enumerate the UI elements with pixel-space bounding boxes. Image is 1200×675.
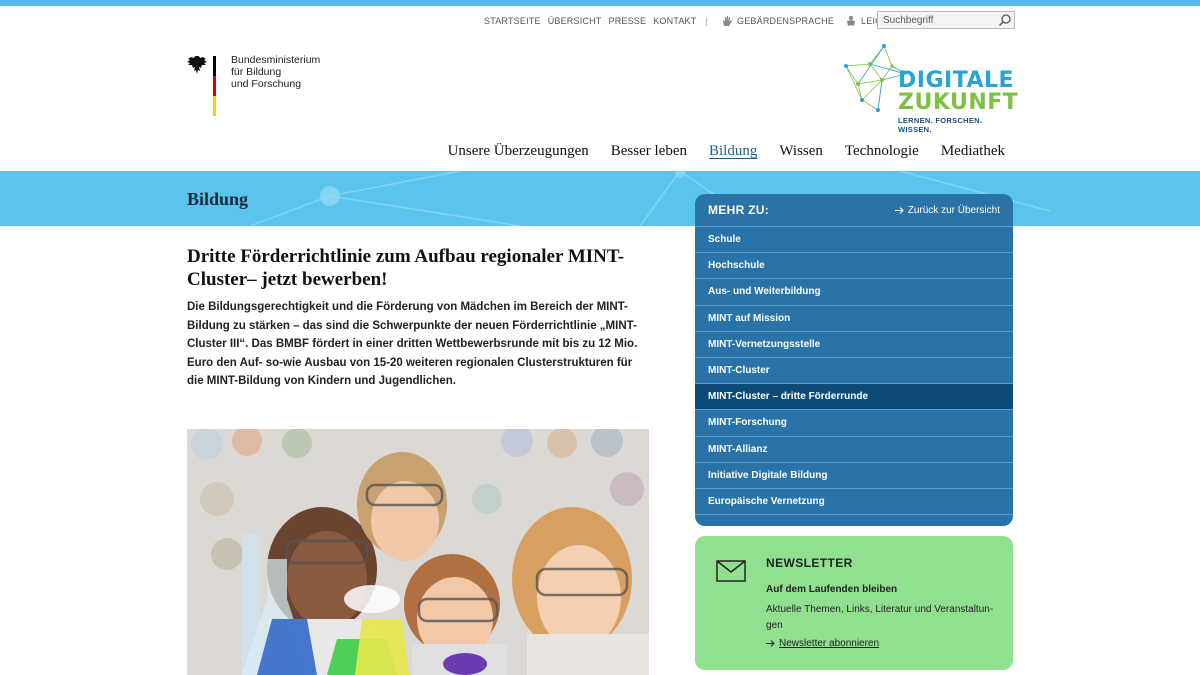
- nav-item-besser-leben[interactable]: Besser leben: [611, 143, 687, 160]
- ministry-name: Bundesministerium für Bildung und Forsch…: [231, 54, 321, 90]
- article-title: Dritte Förderrichtlinie zum Aufbau regio…: [187, 246, 625, 290]
- sign-language-label: GEBÄRDENSPRACHE: [737, 16, 835, 26]
- hand-icon: [723, 16, 733, 26]
- easy-language-icon: [847, 16, 856, 26]
- digitale-zukunft-logo[interactable]: DIGITALE ZUKUNFT LERNEN. FORSCHEN. WISSE…: [842, 44, 1019, 134]
- sidebar-item-mint-forschung[interactable]: MINT-Forschung: [695, 410, 1013, 437]
- sidebar-item-mint-auf-mission[interactable]: MINT auf Mission: [695, 306, 1013, 332]
- arrow-right-icon: [766, 640, 775, 647]
- sidebar-item-mint-cluster-dritte-foerderrunde[interactable]: MINT-Cluster – dritte Förderrunde: [695, 384, 1013, 411]
- newsletter-title: NEWSLETTER: [766, 556, 853, 570]
- dz-tagline: LERNEN. FORSCHEN. WISSEN.: [898, 116, 983, 134]
- main-nav: Unsere Überzeugungen Besser leben Bildun…: [448, 143, 1005, 160]
- dz-line2: ZUKUNFT: [898, 90, 1019, 115]
- service-separator: |: [705, 16, 709, 26]
- nav-item-ueberzeugungen[interactable]: Unsere Überzeugungen: [448, 143, 589, 160]
- federal-eagle-icon: [187, 56, 207, 74]
- search-icon[interactable]: [998, 13, 1012, 27]
- sign-language-link[interactable]: GEBÄRDENSPRACHE: [721, 15, 834, 27]
- sidebar-title: MEHR ZU:: [708, 203, 770, 217]
- sidebar-list: Schule Hochschule Aus- und Weiterbildung…: [695, 227, 1013, 516]
- nav-item-wissen[interactable]: Wissen: [779, 143, 823, 160]
- sidebar-item-europaeische-vernetzung[interactable]: Europäische Vernetzung: [695, 489, 1013, 516]
- hero-image-kids-lab: [187, 429, 649, 675]
- arrow-right-icon: [894, 206, 904, 214]
- service-link-startseite[interactable]: STARTSEITE: [484, 16, 541, 26]
- page-title: Bildung: [187, 189, 249, 209]
- search-box: [877, 11, 1015, 29]
- sidebar-item-schule[interactable]: Schule: [695, 227, 1013, 254]
- newsletter-subtitle: Auf dem Laufenden bleiben: [766, 584, 898, 595]
- nav-item-technologie[interactable]: Technologie: [845, 143, 919, 160]
- newsletter-box: NEWSLETTER Auf dem Laufenden bleiben Akt…: [695, 536, 1013, 670]
- sidebar-header: MEHR ZU: Zurück zur Übersicht: [695, 194, 1013, 227]
- sidebar-item-hochschule[interactable]: Hochschule: [695, 253, 1013, 280]
- sidebar-item-mint-vernetzungsstelle[interactable]: MINT-Vernetzungsstelle: [695, 332, 1013, 358]
- sidebar-item-mint-allianz[interactable]: MINT-Allianz: [695, 437, 1013, 463]
- newsletter-subscribe-link[interactable]: Newsletter abonnieren: [766, 638, 879, 649]
- newsletter-text: Aktuelle Themen, Links, Literatur und Ve…: [766, 604, 994, 631]
- service-link-kontakt[interactable]: KONTAKT: [653, 16, 696, 26]
- top-stripe: [0, 0, 1200, 6]
- sidebar-item-mint-cluster[interactable]: MINT-Cluster: [695, 358, 1013, 385]
- search-input[interactable]: [878, 12, 996, 28]
- mail-icon: [716, 560, 746, 582]
- nav-item-mediathek[interactable]: Mediathek: [941, 143, 1005, 160]
- section-banner: [0, 171, 1200, 226]
- service-link-uebersicht[interactable]: ÜBERSICHT: [548, 16, 602, 26]
- ministry-logo[interactable]: Bundesministerium für Bildung und Forsch…: [185, 54, 321, 116]
- article-lead: Die Bildungsgerechtigkeit und die Förder…: [187, 301, 638, 387]
- sidebar-item-aus-und-weiterbildung[interactable]: Aus- und Weiterbildung: [695, 279, 1013, 306]
- dz-line1: DIGITALE: [898, 68, 1015, 93]
- flag-bar: [213, 56, 216, 116]
- back-to-overview-link[interactable]: Zurück zur Übersicht: [894, 204, 1000, 216]
- sidebar-item-initiative-digitale-bildung[interactable]: Initiative Digitale Bildung: [695, 463, 1013, 489]
- newsletter-subscribe-label: Newsletter abonnieren: [779, 638, 880, 649]
- sidebar-more-about: MEHR ZU: Zurück zur Übersicht Schule Hoc…: [695, 194, 1013, 526]
- nav-item-bildung[interactable]: Bildung: [709, 143, 757, 160]
- service-link-presse[interactable]: PRESSE: [609, 16, 647, 26]
- back-to-overview-label: Zurück zur Übersicht: [907, 204, 1000, 216]
- lab-scene-illustration: [187, 429, 649, 675]
- banner-network-decoration: [249, 171, 1051, 226]
